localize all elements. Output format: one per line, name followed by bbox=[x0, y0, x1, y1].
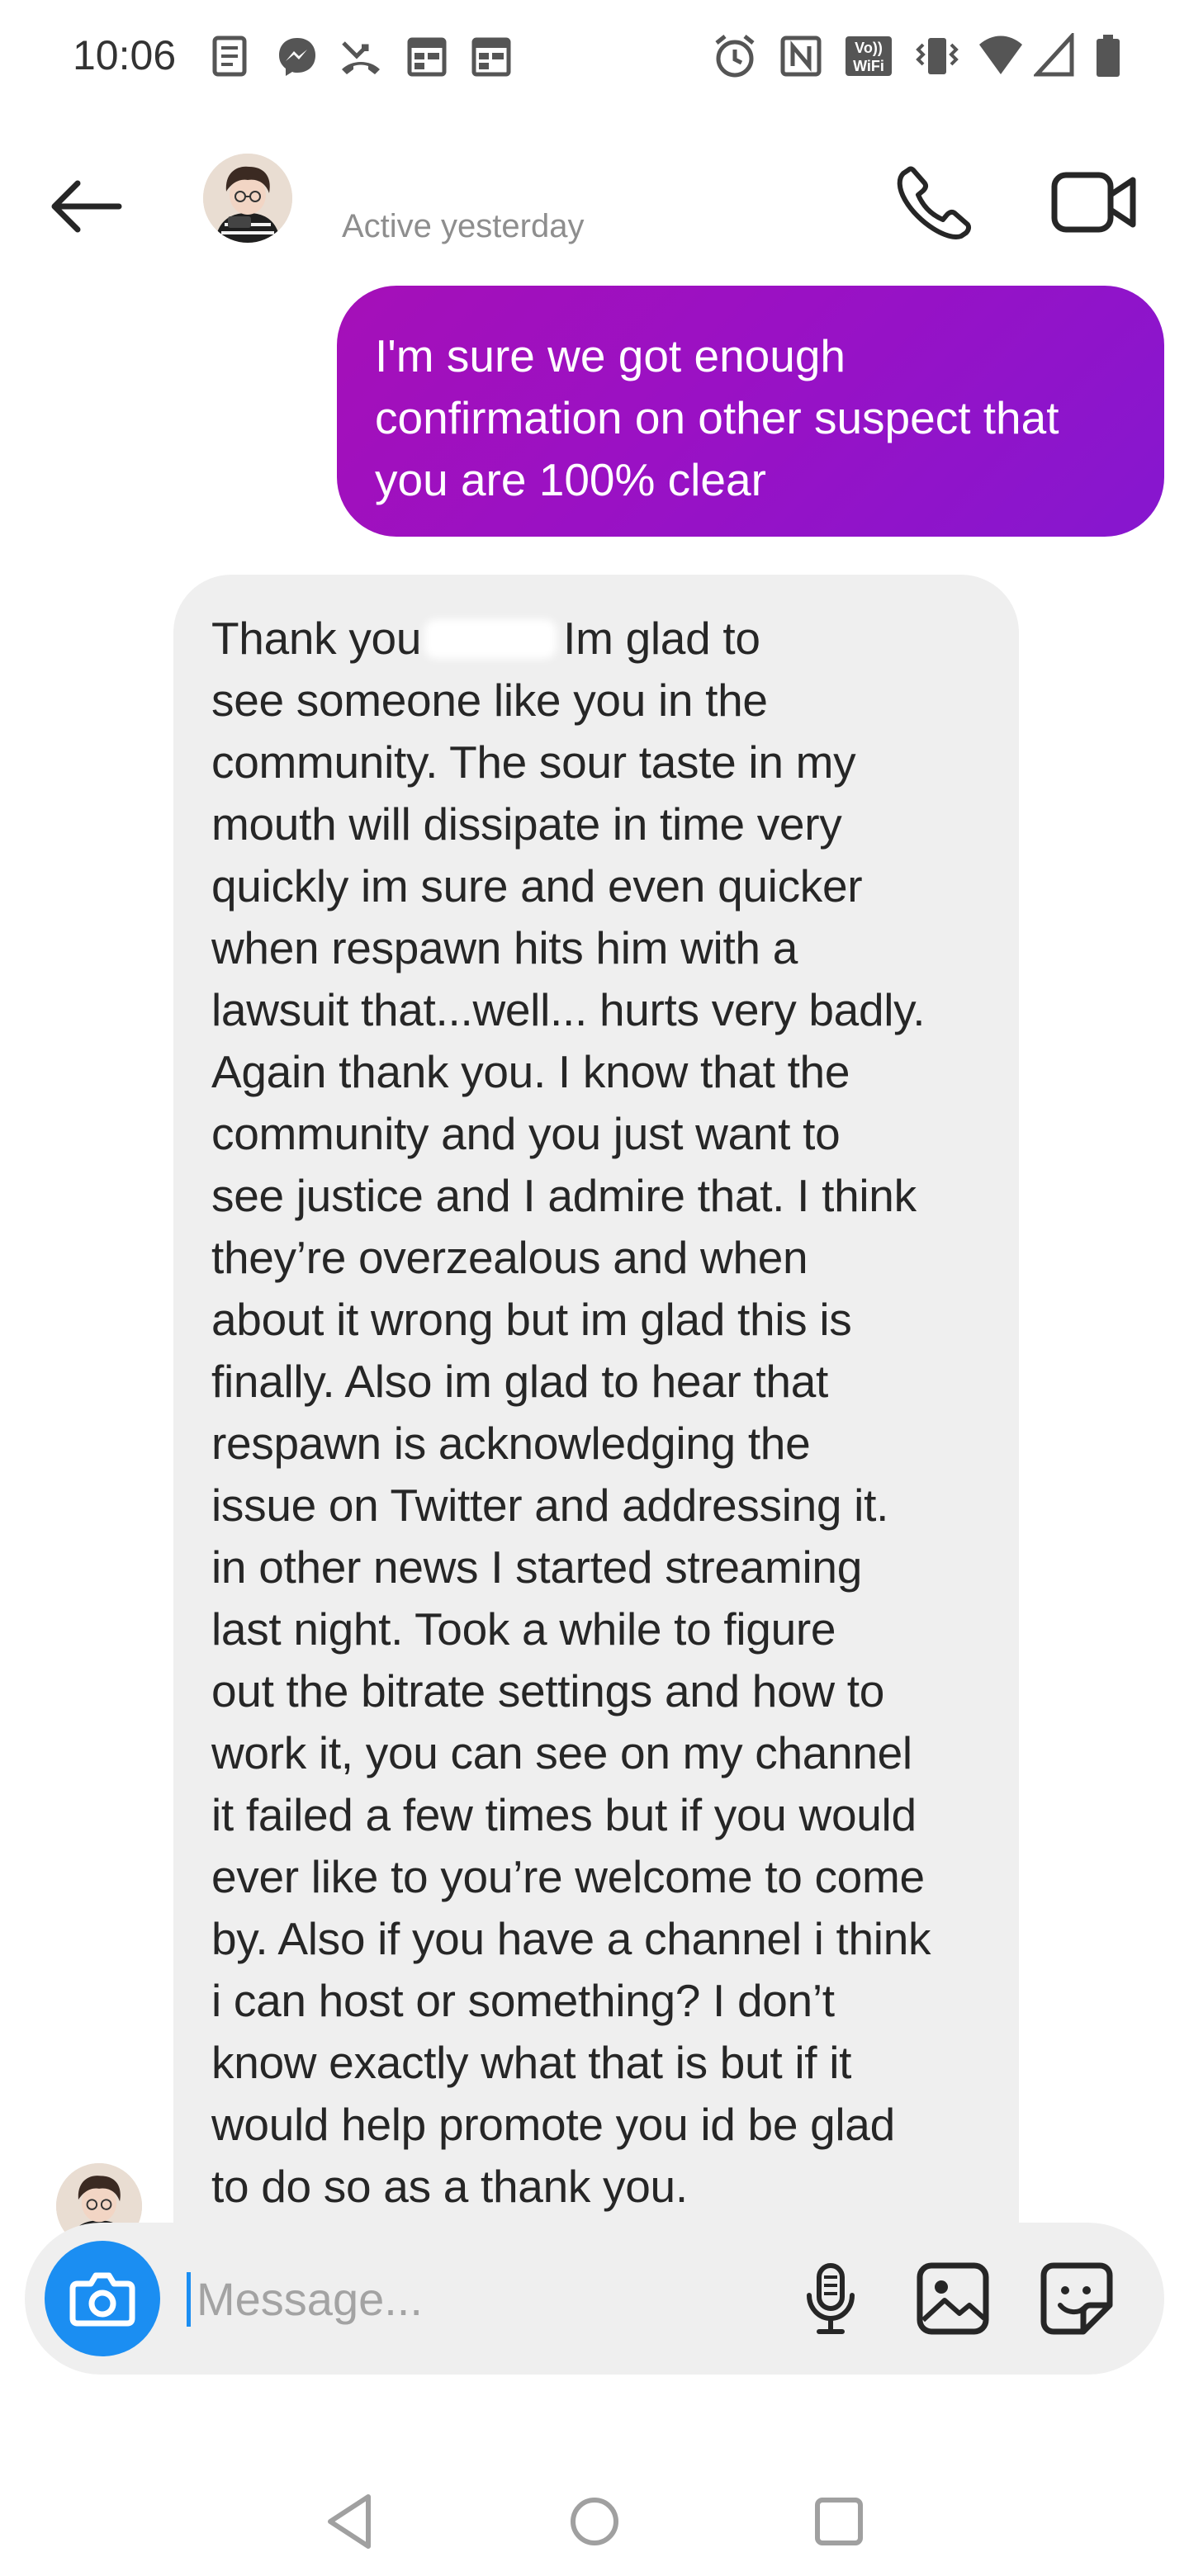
incoming-message-bubble[interactable]: Thank you Im glad to see someone like you… bbox=[173, 575, 1019, 2229]
avatar[interactable] bbox=[203, 154, 292, 243]
active-status: Active yesterday bbox=[342, 208, 585, 244]
video-call-icon[interactable] bbox=[1050, 168, 1138, 236]
nav-back-icon[interactable] bbox=[319, 2488, 385, 2555]
message-line: work it, you can see on my channel bbox=[211, 1727, 912, 1778]
message-line: see someone like you in the bbox=[211, 675, 768, 726]
status-bar: 10:06 Vo)) WiFi bbox=[0, 0, 1189, 116]
news-icon bbox=[212, 36, 247, 77]
message-line: I'm sure we got enough bbox=[375, 330, 846, 381]
microphone-icon[interactable] bbox=[789, 2257, 872, 2340]
vowifi-icon: Vo)) WiFi bbox=[846, 36, 892, 76]
message-line: community. The sour taste in my bbox=[211, 736, 856, 788]
chat-header: Active yesterday bbox=[0, 132, 1189, 281]
message-line: Again thank you. I know that the bbox=[211, 1046, 850, 1097]
message-composer bbox=[25, 2223, 1164, 2375]
calendar-icon bbox=[407, 37, 447, 77]
vibrate-icon bbox=[916, 38, 959, 74]
nav-recents-icon[interactable] bbox=[806, 2488, 872, 2555]
outgoing-message-bubble[interactable]: I'm sure we got enough confirmation on o… bbox=[337, 286, 1164, 537]
message-line: community and you just want to bbox=[211, 1108, 841, 1159]
status-time: 10:06 bbox=[73, 32, 177, 78]
nfc-icon bbox=[780, 36, 822, 77]
message-line: when respawn hits him with a bbox=[211, 922, 798, 973]
calendar-icon bbox=[471, 37, 511, 77]
redacted-name bbox=[424, 619, 557, 659]
message-line: out the bitrate settings and how to bbox=[211, 1665, 885, 1717]
message-line: respawn is acknowledging the bbox=[211, 1418, 811, 1469]
signal-icon bbox=[1034, 33, 1074, 77]
sticker-icon[interactable] bbox=[1037, 2259, 1116, 2338]
message-line: it failed a few times but if you would bbox=[211, 1789, 917, 1840]
svg-text:Vo)): Vo)) bbox=[855, 40, 883, 56]
message-line: mouth will dissipate in time very bbox=[211, 798, 842, 850]
wifi-icon bbox=[979, 36, 1022, 74]
nav-home-icon[interactable] bbox=[561, 2488, 628, 2555]
message-line: by. Also if you have a channel i think bbox=[211, 1913, 931, 1964]
camera-icon bbox=[69, 2272, 135, 2327]
message-text: Thank you bbox=[211, 613, 422, 664]
message-line: issue on Twitter and addressing it. bbox=[211, 1480, 889, 1531]
missed-call-icon bbox=[342, 41, 380, 74]
message-line: about it wrong but im glad this is bbox=[211, 1294, 852, 1345]
messenger-icon bbox=[279, 38, 315, 76]
message-line: ever like to you’re welcome to come bbox=[211, 1851, 925, 1902]
message-line: lawsuit that...well... hurts very badly. bbox=[211, 984, 926, 1035]
phone-icon[interactable] bbox=[895, 163, 973, 241]
svg-text:WiFi: WiFi bbox=[853, 58, 884, 74]
message-line: in other news I started streaming bbox=[211, 1541, 862, 1593]
message-line: would help promote you id be glad bbox=[211, 2099, 895, 2150]
message-line: you are 100% clear bbox=[375, 454, 766, 505]
message-line: Thank you Im glad to bbox=[211, 608, 986, 670]
message-text: Im glad to bbox=[563, 613, 760, 664]
back-arrow-icon[interactable] bbox=[45, 173, 135, 239]
gallery-icon[interactable] bbox=[913, 2259, 992, 2338]
battery-icon bbox=[1097, 35, 1120, 77]
profile-picture bbox=[203, 154, 292, 243]
message-line: quickly im sure and even quicker bbox=[211, 860, 863, 912]
message-line: to do so as a thank you. bbox=[211, 2161, 688, 2212]
message-line: confirmation on other suspect that bbox=[375, 392, 1059, 443]
message-line: see justice and I admire that. I think bbox=[211, 1170, 917, 1221]
camera-button[interactable] bbox=[45, 2241, 160, 2356]
alarm-icon bbox=[715, 35, 755, 78]
message-input[interactable] bbox=[187, 2256, 791, 2342]
message-line: i can host or something? I don’t bbox=[211, 1975, 835, 2026]
message-line: they’re overzealous and when bbox=[211, 1232, 808, 1283]
message-line: finally. Also im glad to hear that bbox=[211, 1356, 828, 1407]
message-line: know exactly what that is but if it bbox=[211, 2037, 852, 2088]
message-line: last night. Took a while to figure bbox=[211, 1603, 836, 1655]
system-navigation-bar bbox=[0, 2444, 1189, 2576]
